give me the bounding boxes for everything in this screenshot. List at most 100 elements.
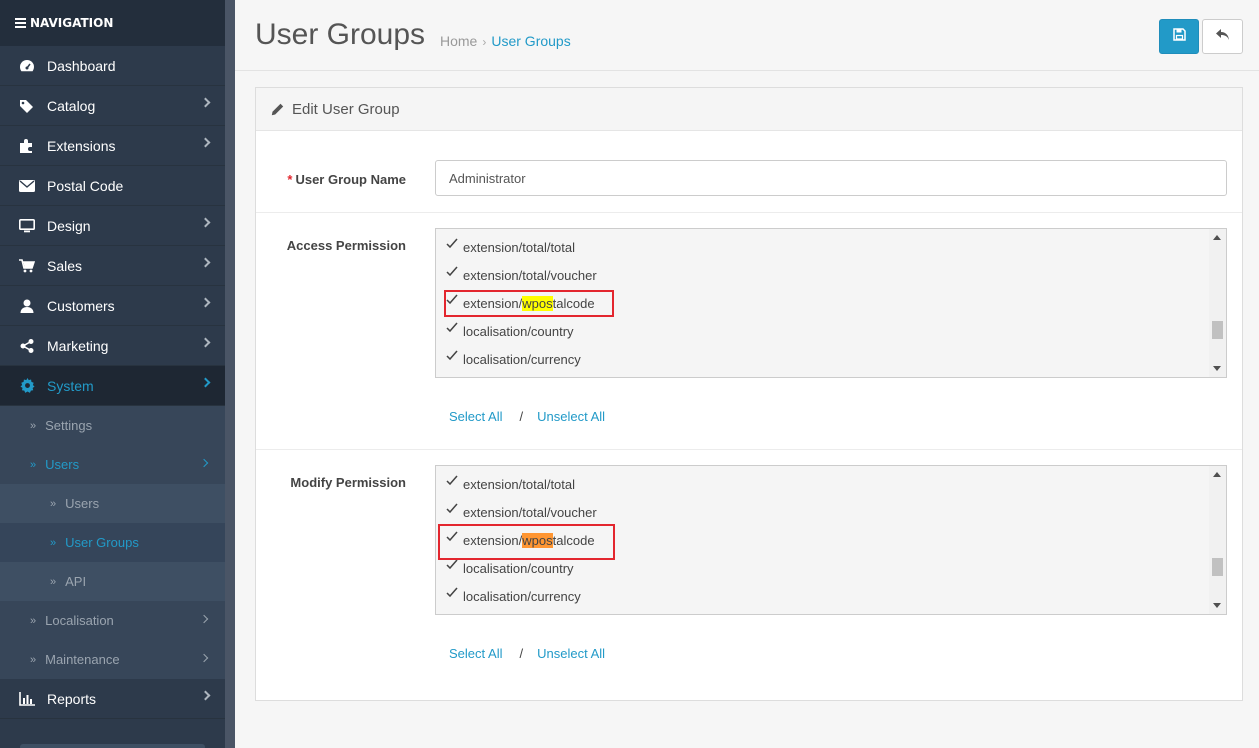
double-chevron-right-icon: » <box>30 458 37 471</box>
annotation-box <box>438 524 615 560</box>
nav-header[interactable]: NAVIGATION <box>0 0 225 46</box>
sidebar-item-label: Reports <box>47 690 97 707</box>
chevron-right-icon <box>200 97 211 108</box>
modify-select-all-link[interactable]: Select All <box>449 646 502 661</box>
sidebar-subitem-label: API <box>65 574 87 589</box>
checkbox-checked-icon[interactable] <box>446 587 458 599</box>
access-unselect-all-link[interactable]: Unselect All <box>537 409 605 424</box>
sidebar-item-label: System <box>47 377 94 394</box>
permission-item[interactable]: extension/total/total <box>446 470 597 498</box>
sidebar-scrollbar[interactable] <box>20 744 205 748</box>
permission-item[interactable]: localisation/currency <box>446 345 597 373</box>
access-select-links: Select All / Unselect All <box>449 409 605 424</box>
double-chevron-right-icon: » <box>50 536 57 549</box>
sidebar-item-system[interactable]: System <box>0 366 225 406</box>
main-content: User Groups Home › User Groups Edit User G… <box>235 0 1259 748</box>
sidebar-item-label: Customers <box>47 297 115 314</box>
sidebar-subitem-users[interactable]: » Users <box>0 445 225 484</box>
checkbox-checked-icon[interactable] <box>446 559 458 571</box>
breadcrumb-current-link[interactable]: User Groups <box>491 33 570 49</box>
modify-permission-list[interactable]: extension/total/total extension/total/vo… <box>435 465 1227 615</box>
scroll-down-arrow-icon[interactable] <box>1213 366 1221 371</box>
checkbox-checked-icon[interactable] <box>446 238 458 250</box>
sidebar-item-label: Marketing <box>47 337 109 354</box>
edit-user-group-panel: Edit User Group * User Group Name Adminis… <box>255 87 1243 701</box>
envelope-icon <box>18 177 36 195</box>
scroll-up-arrow-icon[interactable] <box>1213 235 1221 240</box>
nav-header-label: NAVIGATION <box>30 16 114 30</box>
pencil-icon <box>271 103 284 116</box>
scroll-thumb[interactable] <box>1212 321 1223 339</box>
sidebar-subitem-maintenance[interactable]: » Maintenance <box>0 640 225 679</box>
sidebar-item-customers[interactable]: Customers <box>0 286 225 326</box>
permission-item[interactable]: extension/total/voucher <box>446 261 597 289</box>
permission-label: localisation/currency <box>463 588 581 604</box>
scrollbar[interactable] <box>1209 229 1226 377</box>
sidebar-item-reports[interactable]: Reports <box>0 679 225 719</box>
dashboard-icon <box>18 57 36 75</box>
sidebar-item-marketing[interactable]: Marketing <box>0 326 225 366</box>
access-permission-list[interactable]: extension/total/total extension/total/vo… <box>435 228 1227 378</box>
user-group-name-input[interactable]: Administrator <box>435 160 1227 196</box>
chevron-right-icon <box>200 690 211 701</box>
checkbox-checked-icon[interactable] <box>446 322 458 334</box>
permission-item[interactable]: extension/total/total <box>446 233 597 261</box>
sidebar-subitem-user-groups[interactable]: » User Groups <box>0 523 225 562</box>
checkbox-checked-icon[interactable] <box>446 266 458 278</box>
permission-label: extension/total/total <box>463 239 576 255</box>
sidebar-item-catalog[interactable]: Catalog <box>0 86 225 126</box>
sidebar-item-label: Dashboard <box>47 57 116 74</box>
permission-item[interactable]: localisation/country <box>446 317 597 345</box>
sidebar-subitem-settings[interactable]: » Settings <box>0 406 225 445</box>
sidebar-subitem-users-list[interactable]: » Users <box>0 484 225 523</box>
checkbox-checked-icon[interactable] <box>446 350 458 362</box>
page-title: User Groups <box>255 18 426 51</box>
cart-icon <box>18 257 36 275</box>
menu-bars-icon <box>15 16 26 30</box>
access-permission-label: Access Permission <box>286 238 406 253</box>
sidebar-item-label: Catalog <box>47 97 96 114</box>
modify-unselect-all-link[interactable]: Unselect All <box>537 646 605 661</box>
panel-title: Edit User Group <box>292 100 400 118</box>
permission-label: localisation/country <box>463 323 574 339</box>
required-asterisk: * <box>287 172 293 187</box>
page-header: User Groups Home › User Groups <box>235 0 1259 71</box>
sidebar: NAVIGATION Dashboard Catalog Extensions … <box>0 0 225 748</box>
sidebar-subitem-label: Users <box>65 496 100 511</box>
scroll-up-arrow-icon[interactable] <box>1213 472 1221 477</box>
form-row-modify: Modify Permission extension/total/total … <box>256 450 1242 700</box>
sidebar-gutter <box>225 0 235 748</box>
sidebar-subitem-localisation[interactable]: » Localisation <box>0 601 225 640</box>
form-row-name: * User Group Name Administrator <box>256 132 1242 213</box>
sidebar-subitem-api[interactable]: » API <box>0 562 225 601</box>
permission-label: localisation/country <box>463 560 574 576</box>
link-separator: / <box>519 646 524 661</box>
chevron-right-icon <box>200 377 211 388</box>
tags-icon <box>18 97 36 115</box>
sidebar-item-extensions[interactable]: Extensions <box>0 126 225 166</box>
puzzle-icon <box>18 137 36 155</box>
sidebar-item-dashboard[interactable]: Dashboard <box>0 46 225 86</box>
permission-item[interactable]: extension/total/voucher <box>446 498 597 526</box>
scroll-down-arrow-icon[interactable] <box>1213 603 1221 608</box>
access-select-all-link[interactable]: Select All <box>449 409 502 424</box>
breadcrumb-home-link[interactable]: Home <box>440 33 477 49</box>
permission-label: extension/total/voucher <box>463 267 597 283</box>
chevron-right-icon <box>200 217 211 228</box>
user-group-name-label-text: User Group Name <box>295 172 406 187</box>
scroll-thumb[interactable] <box>1212 558 1223 576</box>
permission-item[interactable]: localisation/currency <box>446 582 597 610</box>
scrollbar[interactable] <box>1209 466 1226 614</box>
sidebar-item-sales[interactable]: Sales <box>0 246 225 286</box>
double-chevron-right-icon: » <box>50 575 57 588</box>
double-chevron-right-icon: » <box>30 614 37 627</box>
checkbox-checked-icon[interactable] <box>446 475 458 487</box>
sidebar-item-label: Extensions <box>47 137 116 154</box>
chevron-right-icon <box>199 614 209 624</box>
permission-label: extension/total/total <box>463 476 576 492</box>
sidebar-item-design[interactable]: Design <box>0 206 225 246</box>
checkbox-checked-icon[interactable] <box>446 503 458 515</box>
back-button[interactable] <box>1202 19 1243 54</box>
sidebar-item-postal-code[interactable]: Postal Code <box>0 166 225 206</box>
save-button[interactable] <box>1159 19 1199 54</box>
